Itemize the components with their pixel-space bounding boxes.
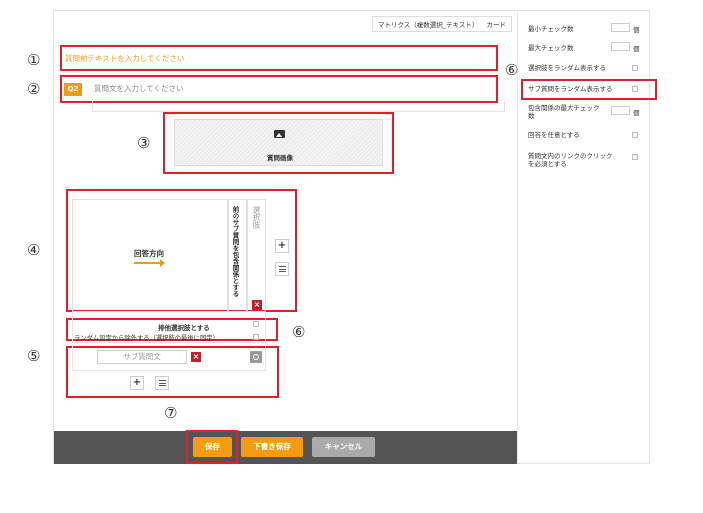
max-check-input[interactable] bbox=[611, 42, 630, 51]
callout-4: ④ bbox=[27, 241, 41, 259]
inclusion-column-header: 前のサブ質問を包含関係とする bbox=[231, 206, 239, 297]
sub-question-radio[interactable] bbox=[250, 351, 262, 363]
list-icon bbox=[278, 266, 286, 272]
random-choice-checkbox[interactable] bbox=[632, 65, 638, 71]
add-choice-button[interactable]: + bbox=[275, 239, 289, 253]
max-inclusion-input[interactable] bbox=[611, 106, 630, 115]
arrow-right-icon bbox=[134, 259, 165, 267]
sub-question-input[interactable]: サブ質問文 bbox=[97, 350, 187, 364]
question-type-tag[interactable]: マトリクス（複数選択_テキスト） カード bbox=[372, 16, 512, 32]
bulk-add-choice-button[interactable] bbox=[275, 262, 289, 276]
exclusive-choice-checkbox[interactable] bbox=[253, 321, 259, 327]
random-exclude-checkbox[interactable] bbox=[253, 334, 259, 340]
choice-input[interactable]: 選択肢 bbox=[252, 206, 261, 246]
add-sub-question-button[interactable]: + bbox=[130, 376, 144, 390]
answer-direction-label: 回答方向 bbox=[134, 249, 164, 258]
exclusive-choice-label: 排他選択肢とする bbox=[158, 324, 210, 332]
question-text-input[interactable]: 質問文を入力してください bbox=[94, 81, 494, 97]
callout-6-settings: ⑥ bbox=[505, 61, 519, 79]
setting-max-check-label: 最大チェック数 bbox=[528, 44, 574, 52]
setting-max-inclusion-label: 包含関係の最大チェック数 bbox=[528, 104, 600, 120]
delete-sub-question-button[interactable]: × bbox=[191, 352, 201, 362]
min-check-unit: 個 bbox=[633, 26, 640, 34]
delete-choice-button[interactable]: × bbox=[252, 300, 262, 310]
setting-min-check-label: 最小チェック数 bbox=[528, 25, 574, 33]
random-subquestion-checkbox[interactable] bbox=[632, 86, 638, 92]
setting-random-choice-label: 選択肢をランダム表示する bbox=[528, 64, 606, 72]
question-text-underline bbox=[92, 101, 505, 112]
optional-checkbox[interactable] bbox=[632, 132, 638, 138]
random-exclude-label: ランダム設定から除外する（選択肢の最後に固定） bbox=[74, 335, 219, 342]
setting-random-subquestion-label: サブ質問をランダム表示する bbox=[528, 85, 613, 93]
max-check-unit: 個 bbox=[633, 45, 640, 53]
callout-2: ② bbox=[27, 80, 41, 98]
draft-save-button[interactable]: 下書き保存 bbox=[241, 437, 303, 457]
image-icon bbox=[274, 130, 285, 138]
setting-link-required-label: 質問文内のリンクのクリックを必須とする bbox=[528, 152, 613, 168]
bulk-add-sub-question-button[interactable] bbox=[155, 376, 169, 390]
callout-7: ⑦ bbox=[164, 404, 178, 422]
link-required-checkbox[interactable] bbox=[632, 154, 638, 160]
list-icon bbox=[158, 380, 166, 386]
question-number-badge: Q2 bbox=[64, 83, 82, 96]
max-inclusion-unit: 個 bbox=[633, 109, 640, 117]
question-image-label: 質問画像 bbox=[267, 154, 293, 162]
setting-optional-label: 回答を任意とする bbox=[528, 131, 580, 139]
callout-3: ③ bbox=[137, 134, 151, 152]
save-button[interactable]: 保存 bbox=[193, 437, 232, 457]
type-tag-label: マトリクス（複数選択_テキスト） bbox=[378, 21, 479, 29]
pre-text-input[interactable]: 質問前テキストを入力してください bbox=[65, 51, 495, 67]
min-check-input[interactable] bbox=[611, 23, 630, 32]
callout-6-matrix: ⑥ bbox=[292, 323, 306, 341]
type-tag-mode: カード bbox=[486, 21, 506, 29]
cancel-button[interactable]: キャンセル bbox=[312, 437, 375, 457]
callout-1: ① bbox=[27, 51, 41, 69]
callout-5: ⑤ bbox=[27, 347, 41, 365]
